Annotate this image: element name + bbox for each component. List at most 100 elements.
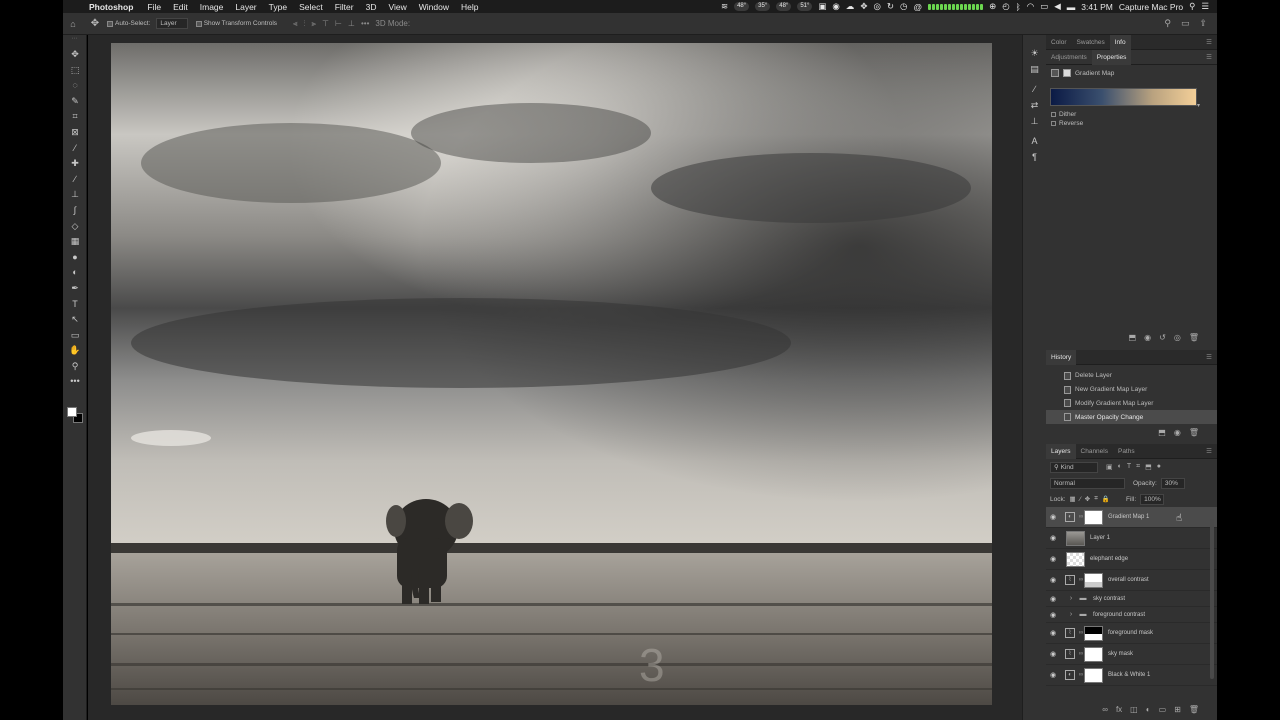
opacity-input[interactable]: 30%: [1160, 477, 1185, 489]
clock-icon[interactable]: ◷: [900, 1, 907, 12]
menu-help[interactable]: Help: [455, 2, 484, 12]
dither-checkbox[interactable]: [1051, 112, 1056, 117]
kind-filter-dropdown[interactable]: ⚲ Kind: [1050, 461, 1098, 473]
download-icon[interactable]: ⊕: [989, 1, 996, 12]
clone-source-icon[interactable]: ⊥: [1023, 113, 1046, 129]
align-middle-icon[interactable]: ⊢: [335, 19, 342, 29]
layer-row[interactable]: ◉ ⌇ ∞ sky mask: [1046, 644, 1217, 665]
at-icon[interactable]: @: [913, 2, 922, 12]
layer-row[interactable]: ◉ ⌇ ∞ foreground mask: [1046, 623, 1217, 644]
layer-thumbnail[interactable]: [1066, 551, 1085, 567]
character-icon[interactable]: A: [1023, 133, 1046, 149]
layer-name[interactable]: sky mask: [1105, 651, 1133, 657]
learn-panel-icon[interactable]: ☀: [1023, 45, 1046, 61]
layer-row[interactable]: ◉ ◐ ∞ Black & White 1: [1046, 665, 1217, 686]
layer-row[interactable]: ◉ Layer 1: [1046, 528, 1217, 549]
blur-tool-icon[interactable]: ●: [63, 250, 87, 266]
paragraph-icon[interactable]: ¶: [1023, 149, 1046, 165]
history-brush-tool-icon[interactable]: ∫: [63, 203, 87, 219]
tab-history[interactable]: History: [1046, 349, 1077, 365]
frame-tool-icon[interactable]: ⊠: [63, 125, 87, 141]
home-icon[interactable]: ⌂: [63, 19, 83, 29]
volume-icon[interactable]: ◀: [1054, 1, 1061, 12]
smart-object-filter-icon[interactable]: ⬒: [1145, 463, 1152, 471]
new-document-from-state-icon[interactable]: ⬒: [1158, 428, 1166, 442]
move-tool-icon[interactable]: ✥: [63, 47, 87, 63]
blend-mode-dropdown[interactable]: Normal: [1050, 477, 1125, 489]
visibility-eye-icon[interactable]: ◉: [1046, 671, 1060, 679]
auto-select-dropdown[interactable]: Layer: [156, 18, 188, 29]
menu-layer[interactable]: Layer: [229, 2, 262, 12]
history-menu-icon[interactable]: ☰: [1206, 353, 1217, 361]
lock-pixels-icon[interactable]: ∕: [1080, 496, 1081, 503]
layer-mask-thumbnail[interactable]: [1084, 572, 1103, 588]
layer-name[interactable]: Gradient Map 1: [1105, 514, 1149, 520]
properties-menu-icon[interactable]: ☰: [1206, 53, 1217, 61]
temp-pill-2[interactable]: 35°: [755, 2, 771, 11]
link-layers-icon[interactable]: ∞: [1102, 705, 1108, 719]
align-right-icon[interactable]: ⫸: [312, 19, 317, 29]
spotlight-icon[interactable]: ⚲: [1189, 1, 1195, 12]
marquee-tool-icon[interactable]: ⬚: [63, 63, 87, 79]
history-item[interactable]: New Gradient Map Layer: [1046, 383, 1217, 397]
align-left-icon[interactable]: ⫷: [293, 19, 298, 29]
quick-select-tool-icon[interactable]: ✎: [63, 94, 87, 110]
layer-name[interactable]: Black & White 1: [1105, 672, 1150, 678]
visibility-eye-icon[interactable]: ◉: [1046, 650, 1060, 658]
user-name[interactable]: Capture Mac Pro: [1119, 2, 1183, 12]
mask-icon[interactable]: [1063, 69, 1071, 77]
layer-mask-thumbnail[interactable]: [1084, 667, 1103, 683]
visibility-eye-icon[interactable]: ◉: [1046, 576, 1060, 584]
history-item[interactable]: Modify Gradient Map Layer: [1046, 397, 1217, 411]
dither-option[interactable]: Dither: [1046, 109, 1217, 118]
new-layer-icon[interactable]: ⊞: [1174, 705, 1181, 719]
history-item[interactable]: Delete Layer: [1046, 369, 1217, 383]
gradient-preview[interactable]: [1050, 88, 1197, 106]
delete-adjustment-icon[interactable]: 🗑: [1189, 333, 1199, 347]
align-bottom-icon[interactable]: ⊥: [348, 19, 355, 29]
show-transform-checkbox[interactable]: Show Transform Controls: [195, 20, 277, 27]
reset-icon[interactable]: ↺: [1159, 333, 1166, 347]
tab-properties[interactable]: Properties: [1091, 49, 1132, 65]
curves-adjustment-icon[interactable]: ⌇: [1065, 628, 1075, 638]
screen-icon[interactable]: ▣: [818, 1, 826, 12]
document-image[interactable]: 3: [111, 43, 992, 705]
group-expand-icon[interactable]: ›: [1066, 611, 1076, 618]
menu-select[interactable]: Select: [293, 2, 329, 12]
snapshot-icon[interactable]: ◉: [1174, 428, 1181, 442]
search-icon[interactable]: ⚲: [1164, 18, 1171, 29]
more-options-icon[interactable]: •••: [361, 19, 369, 29]
shape-tool-icon[interactable]: ▭: [63, 328, 87, 344]
more-tools-icon[interactable]: •••: [63, 374, 87, 390]
tab-paths[interactable]: Paths: [1113, 444, 1140, 459]
curves-adjustment-icon[interactable]: ⌇: [1065, 649, 1075, 659]
menu-3d[interactable]: 3D: [360, 2, 383, 12]
temp-pill-1[interactable]: 48°: [734, 2, 750, 11]
share-icon[interactable]: ⇪: [1199, 18, 1207, 29]
sync-icon[interactable]: ↻: [887, 1, 894, 12]
move-tool-preset-icon[interactable]: ✥: [83, 18, 107, 29]
adjustment-layer-icon[interactable]: ◐: [1065, 512, 1075, 522]
brush-settings-icon[interactable]: ∕: [1023, 81, 1046, 97]
airplay-icon[interactable]: ▭: [1040, 1, 1048, 12]
battery-icon[interactable]: ▬: [1067, 2, 1076, 12]
lock-all-icon[interactable]: 🔒: [1102, 495, 1110, 503]
menu-window[interactable]: Window: [413, 2, 455, 12]
group-expand-icon[interactable]: ›: [1066, 595, 1076, 602]
new-group-icon[interactable]: ▭: [1159, 705, 1167, 719]
wave-icon[interactable]: ≋: [721, 1, 728, 12]
layer-mask-thumbnail[interactable]: [1084, 625, 1103, 641]
layers-scrollbar[interactable]: [1210, 519, 1214, 679]
lock-position-icon[interactable]: ✥: [1085, 495, 1090, 503]
hand-tool-icon[interactable]: ✋: [63, 343, 87, 359]
zoom-tool-icon[interactable]: ⚲: [63, 359, 87, 375]
path-select-tool-icon[interactable]: ↖: [63, 312, 87, 328]
layer-row[interactable]: ◉ › ▬ foreground contrast: [1046, 607, 1217, 623]
circle-icon[interactable]: ◎: [873, 1, 880, 12]
align-center-icon[interactable]: ⫶: [304, 19, 306, 29]
adjustment-filter-icon[interactable]: ◐: [1118, 463, 1122, 471]
view-previous-icon[interactable]: ◉: [1144, 333, 1151, 347]
delete-state-icon[interactable]: 🗑: [1189, 428, 1199, 442]
visibility-eye-icon[interactable]: ◉: [1046, 611, 1060, 619]
new-adjustment-icon[interactable]: ◐: [1146, 705, 1151, 719]
